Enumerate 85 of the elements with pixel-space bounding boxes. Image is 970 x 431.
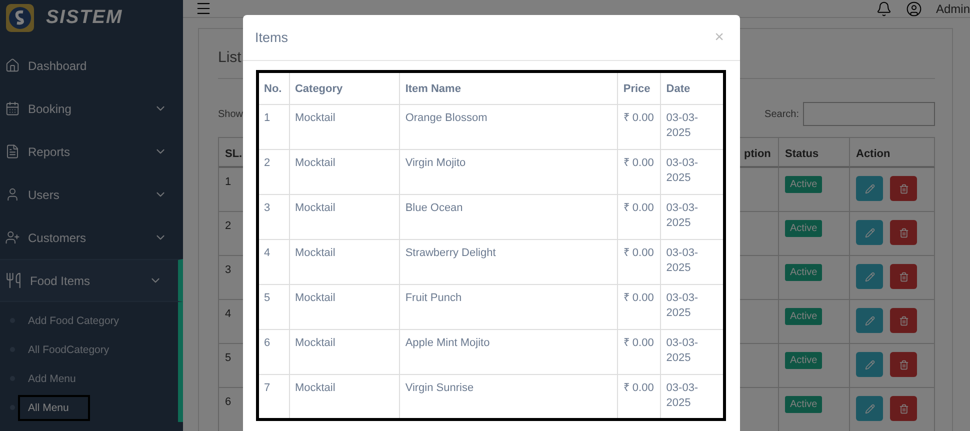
column-header: Item Name: [400, 72, 618, 104]
edit-button[interactable]: [856, 352, 883, 377]
status-badge: Active: [785, 176, 822, 193]
search-label: Search:: [764, 108, 799, 120]
table-cell: Apple Mint Mojito: [400, 330, 618, 374]
table-cell: ₹ 0.00: [618, 284, 661, 330]
trash-icon: [898, 316, 908, 326]
trash-icon: [898, 228, 908, 238]
sidebar-item[interactable]: Reports: [0, 130, 183, 173]
trash-icon: [898, 272, 908, 282]
table-cell: 6: [258, 330, 290, 374]
user-name: Admin: [936, 2, 970, 16]
table-cell: 1: [258, 104, 290, 150]
table-cell: Mocktail: [289, 240, 400, 284]
table-cell: Strawberry Delight: [400, 240, 618, 284]
sidebar-item[interactable]: Customers: [0, 216, 183, 259]
sidebar-item[interactable]: Booking: [0, 87, 183, 130]
delete-button[interactable]: [890, 396, 917, 421]
table-cell: 2: [258, 150, 290, 194]
pencil-icon: [864, 184, 874, 194]
table-cell: Virgin Mojito: [400, 150, 618, 194]
table-cell: ₹ 0.00: [618, 330, 661, 374]
delete-button[interactable]: [890, 176, 917, 201]
add-user-icon: [5, 230, 20, 245]
table-cell: ₹ 0.00: [618, 194, 661, 240]
table-cell: Mocktail: [289, 330, 400, 374]
edit-button[interactable]: [856, 176, 883, 201]
utensils-icon: [5, 272, 22, 289]
home-icon: [5, 58, 20, 73]
delete-button[interactable]: [890, 220, 917, 245]
pencil-icon: [864, 272, 874, 282]
pencil-icon: [864, 228, 874, 238]
table-cell: Mocktail: [289, 104, 400, 150]
bell-icon[interactable]: [876, 0, 892, 16]
document-icon: [5, 144, 20, 159]
table-cell: Mocktail: [289, 284, 400, 330]
status-badge: Active: [785, 264, 822, 281]
logo-icon: [6, 4, 34, 32]
table-cell: 5: [258, 284, 290, 330]
trash-icon: [898, 360, 908, 370]
table-cell: Blue Ocean: [400, 194, 618, 240]
status-badge: Active: [785, 396, 822, 413]
submenu-item[interactable]: All FoodCategory: [18, 336, 120, 362]
trash-icon: [898, 404, 908, 414]
submenu-item[interactable]: Add Menu: [18, 366, 86, 392]
delete-button[interactable]: [890, 352, 917, 377]
column-header: Price: [618, 72, 661, 104]
table-cell: Mocktail: [289, 194, 400, 240]
status-badge: Active: [785, 308, 822, 325]
calendar-icon: [5, 101, 20, 116]
column-header[interactable]: Status: [779, 137, 850, 168]
table-cell: ₹ 0.00: [618, 104, 661, 150]
table-cell: Mocktail: [289, 150, 400, 194]
submenu-item[interactable]: All Menu: [18, 394, 90, 420]
brand-name: SISTEM: [46, 7, 123, 29]
table-cell: 3: [258, 194, 290, 240]
status-badge: Active: [785, 220, 822, 237]
edit-button[interactable]: [856, 220, 883, 245]
sidebar-item[interactable]: Dashboard: [0, 44, 183, 87]
sidebar-item[interactable]: Users: [0, 173, 183, 216]
show-label: Show: [218, 108, 244, 120]
user-avatar-icon[interactable]: [906, 0, 922, 16]
delete-button[interactable]: [890, 264, 917, 289]
column-header[interactable]: Action: [850, 137, 935, 168]
trash-icon: [898, 184, 908, 194]
pencil-icon: [864, 404, 874, 414]
sidebar-item[interactable]: Food Items: [0, 259, 183, 302]
submenu-item[interactable]: Add Food Category: [18, 308, 130, 334]
table-cell: Fruit Punch: [400, 284, 618, 330]
search-field[interactable]: [803, 102, 935, 126]
pencil-icon: [864, 360, 874, 370]
pencil-icon: [864, 316, 874, 326]
table-cell: ₹ 0.00: [618, 240, 661, 284]
user-icon: [5, 187, 20, 202]
edit-button[interactable]: [856, 396, 883, 421]
menu-icon[interactable]: [195, 0, 212, 17]
edit-button[interactable]: [856, 264, 883, 289]
edit-button[interactable]: [856, 308, 883, 333]
column-header: Category: [289, 72, 400, 104]
column-header: No.: [258, 72, 290, 104]
table-cell: ₹ 0.00: [618, 150, 661, 194]
status-badge: Active: [785, 352, 822, 369]
table-cell: Orange Blossom: [400, 104, 618, 150]
delete-button[interactable]: [890, 308, 917, 333]
table-cell: 4: [258, 240, 290, 284]
